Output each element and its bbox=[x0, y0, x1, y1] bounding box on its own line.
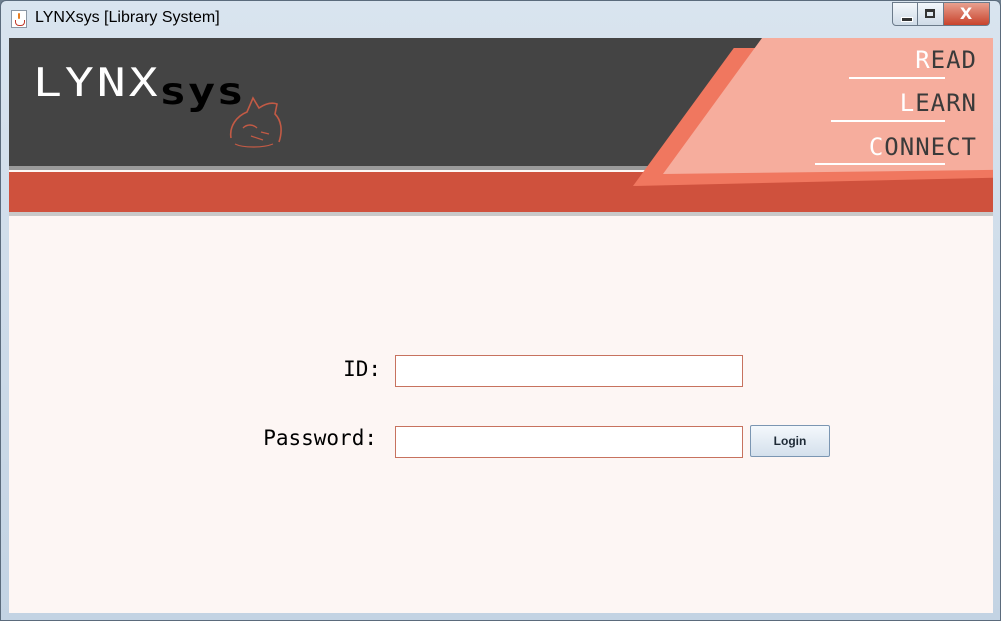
logo-text-lynx: LYNX bbox=[33, 60, 161, 106]
maximize-icon bbox=[925, 9, 935, 18]
nav-item-read-initial: R bbox=[915, 46, 931, 74]
maximize-button[interactable] bbox=[918, 2, 944, 26]
app-logo: LYNX sys bbox=[33, 60, 293, 170]
id-label: ID: bbox=[343, 357, 381, 381]
close-button[interactable]: X bbox=[944, 2, 990, 26]
login-form: ID: Password: Login bbox=[9, 216, 993, 613]
nav-item-learn-initial: L bbox=[899, 89, 916, 117]
nav-item-learn[interactable]: LEARN bbox=[900, 89, 977, 117]
password-label: Password: bbox=[263, 426, 377, 450]
java-app-icon[interactable] bbox=[11, 10, 27, 28]
login-button[interactable]: Login bbox=[750, 425, 830, 457]
header-nav: READ LEARN CONNECT bbox=[663, 38, 993, 174]
nav-underline-read bbox=[849, 77, 945, 79]
client-area: LYNX sys READ LEARN CONNECT ID: Password… bbox=[9, 38, 993, 613]
password-input[interactable] bbox=[395, 426, 743, 458]
minimize-button[interactable] bbox=[892, 2, 918, 26]
nav-item-read[interactable]: READ bbox=[915, 46, 977, 74]
app-window: LYNXsys [Library System] X LYNX sys READ bbox=[0, 0, 1001, 621]
id-input[interactable] bbox=[395, 355, 743, 387]
nav-item-learn-label: EARN bbox=[915, 89, 977, 117]
nav-item-connect-label: ONNECT bbox=[884, 133, 977, 161]
nav-item-read-label: EAD bbox=[930, 46, 977, 74]
nav-item-connect-initial: C bbox=[868, 133, 885, 161]
close-icon: X bbox=[959, 4, 973, 23]
nav-item-connect[interactable]: CONNECT bbox=[869, 133, 977, 161]
window-title: LYNXsys [Library System] bbox=[35, 9, 220, 26]
nav-underline-learn bbox=[831, 120, 945, 122]
nav-underline-connect bbox=[815, 163, 945, 165]
window-controls: X bbox=[892, 2, 990, 26]
minimize-icon bbox=[901, 17, 913, 22]
cat-head-icon bbox=[229, 96, 282, 148]
title-bar[interactable]: LYNXsys [Library System] X bbox=[1, 1, 1000, 37]
